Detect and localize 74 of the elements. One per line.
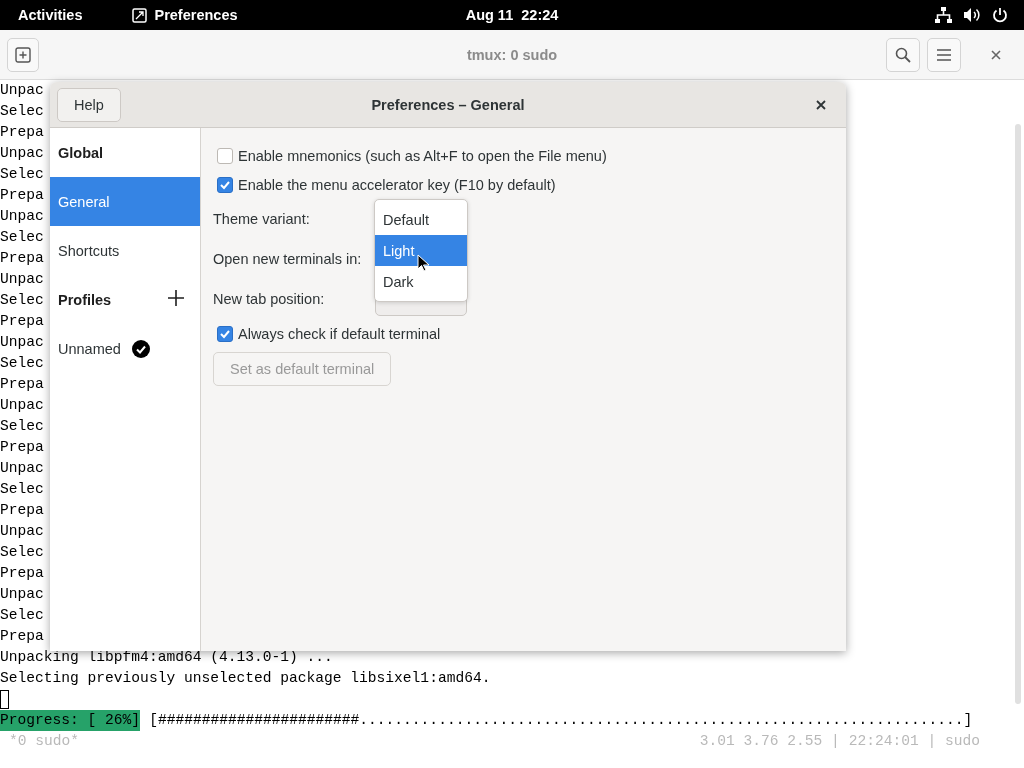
default-check-icon (131, 339, 150, 358)
terminal-line: Unpac (0, 396, 44, 415)
window-title: tmux: 0 sudo (466, 47, 558, 63)
progress-label: Progress: [ 26%] (0, 710, 141, 731)
terminal-line: Prepa (0, 249, 44, 268)
activities-button[interactable]: Activities (18, 7, 83, 23)
terminal-line: Prepa (0, 375, 44, 394)
terminal-line: Selec (0, 228, 44, 247)
add-profile-button[interactable] (168, 290, 184, 309)
scrollbar[interactable] (1015, 124, 1021, 704)
checkbox-label: Always check if default terminal (238, 325, 441, 342)
terminal-cursor (0, 690, 9, 709)
checkbox[interactable] (217, 147, 233, 164)
terminal-line: Selec (0, 291, 44, 310)
terminal-line: Prepa (0, 564, 44, 583)
search-button[interactable] (886, 37, 920, 72)
checkbox-label: Enable mnemonics (such as Alt+F to open the File menu) (238, 147, 607, 164)
field-label: Open new terminals in: (213, 251, 363, 267)
menu-icon (936, 46, 952, 63)
close-icon (991, 49, 1001, 60)
close-icon (816, 99, 826, 110)
sidebar-heading: Global (58, 144, 104, 161)
terminal-line: Unpac (0, 270, 44, 289)
terminal-line: Prepa (0, 123, 44, 142)
clock[interactable]: Aug 11 22:24 (465, 7, 559, 23)
field-label: New tab position: (213, 291, 326, 307)
sidebar-item[interactable]: Unnamed (50, 324, 200, 373)
menu-option[interactable]: Default (375, 204, 467, 235)
checkbox-label: Enable the menu accelerator key (F10 by default) (238, 176, 556, 193)
menu-option[interactable]: Light (375, 235, 467, 266)
checkbox[interactable] (217, 325, 233, 342)
terminal-line: Selec (0, 480, 44, 499)
checkbox[interactable] (217, 176, 233, 193)
terminal-line: Selecting previously unselected package libsixel1:amd64. (0, 669, 491, 688)
terminal-line: Selec (0, 102, 44, 121)
progress-bar-text: [#######################.....................................................................] (149, 711, 973, 730)
plus-icon (15, 46, 31, 63)
terminal-line: Selec (0, 606, 44, 625)
network-icon (935, 7, 952, 23)
tmux-window-list: *0 sudo* (9, 731, 80, 752)
new-tab-button[interactable] (7, 37, 39, 72)
sidebar-heading: Profiles (58, 291, 112, 308)
terminal-line: Selec (0, 165, 44, 184)
terminal-line: Selec (0, 354, 44, 373)
dialog-title: Preferences – General (371, 96, 525, 113)
help-button[interactable]: Help (57, 87, 121, 122)
power-icon (992, 7, 1008, 23)
tmux-status: 3.01 3.76 2.55 | 22:24:01 | sudo (699, 732, 980, 751)
terminal-line: Selec (0, 417, 44, 436)
terminal-line: Prepa (0, 312, 44, 331)
pointer-icon (417, 254, 430, 272)
terminal-line: Unpac (0, 333, 44, 352)
menu-button[interactable] (927, 37, 961, 72)
terminal-line: Prepa (0, 627, 44, 646)
search-icon (895, 46, 911, 63)
terminal-line: Unpac (0, 207, 44, 226)
terminal-line: Selec (0, 543, 44, 562)
terminal-line: Unpac (0, 144, 44, 163)
terminal-line: Prepa (0, 186, 44, 205)
terminal-line: Unpac (0, 585, 44, 604)
terminal-line: Prepa (0, 438, 44, 457)
app-icon (132, 7, 148, 23)
sidebar-item[interactable]: General (50, 177, 200, 226)
terminal-line: Prepa (0, 501, 44, 520)
app-menu-label[interactable]: Preferences (154, 7, 238, 23)
terminal-line: Unpac (0, 81, 44, 100)
terminal-line: Unpacking libpfm4:amd64 (4.13.0-1) ... (0, 648, 333, 667)
sidebar-item[interactable]: Shortcuts (50, 226, 200, 275)
field-label: Theme variant: (213, 211, 311, 227)
plus-icon (168, 290, 184, 306)
volume-icon (964, 7, 980, 23)
terminal-line: Unpac (0, 459, 44, 478)
terminal-line: Unpac (0, 522, 44, 541)
menu-option[interactable]: Dark (375, 266, 467, 297)
